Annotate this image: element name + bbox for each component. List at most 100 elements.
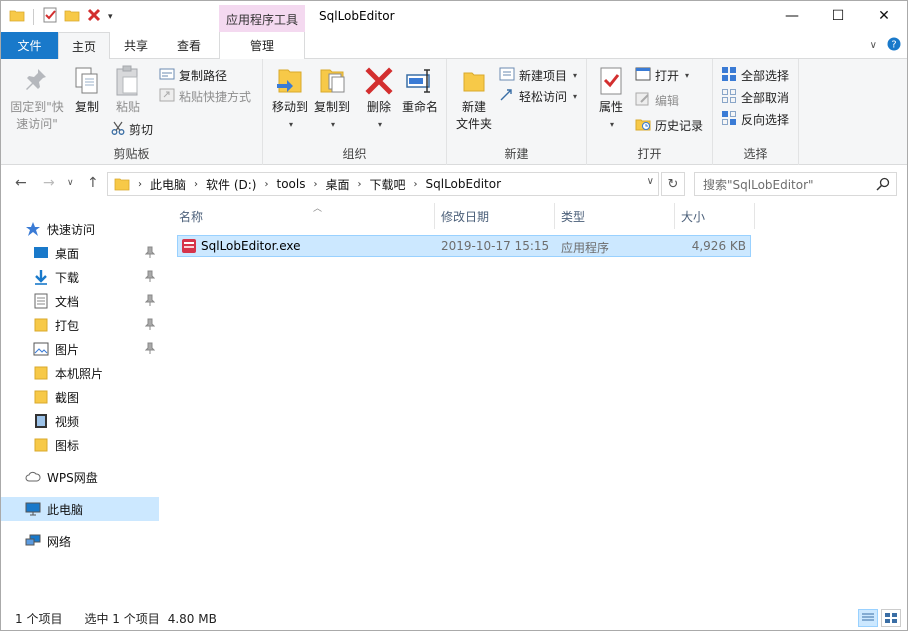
open-button[interactable]: 打开 ▾ — [635, 65, 689, 85]
history-label: 历史记录 — [655, 118, 704, 133]
customize-qat-chevron-icon[interactable]: ▾ — [108, 12, 113, 22]
breadcrumb-sqllobeditor[interactable]: SqlLobEditor — [426, 177, 502, 191]
breadcrumb-separator-icon[interactable]: › — [414, 179, 418, 190]
collapse-ribbon-chevron-icon[interactable]: ∨ — [870, 40, 877, 51]
nav-item-icons[interactable]: 图标 — [1, 433, 159, 457]
nav-item-dabao[interactable]: 打包 — [1, 313, 159, 337]
nav-item-local-photos[interactable]: 本机照片 — [1, 361, 159, 385]
rename-button[interactable]: 重命名 — [399, 65, 441, 116]
move-to-button[interactable]: 移动到 ▾ — [269, 65, 311, 133]
breadcrumb-separator-icon[interactable]: › — [264, 179, 268, 190]
column-header-name[interactable]: 名称 ︿ — [173, 203, 435, 229]
edit-button[interactable]: 编辑 — [635, 90, 679, 110]
easy-access-button[interactable]: 轻松访问 ▾ — [499, 86, 577, 106]
history-button[interactable]: 历史记录 — [635, 115, 703, 135]
easy-access-icon — [499, 88, 515, 105]
column-header-size[interactable]: 大小 — [675, 203, 755, 229]
nav-item-videos[interactable]: 视频 — [1, 409, 159, 433]
breadcrumb-this-pc[interactable]: 此电脑 — [150, 176, 186, 193]
quick-access-toolbar: ▾ — [9, 7, 113, 26]
pin-icon[interactable] — [144, 270, 156, 285]
nav-item-pictures[interactable]: 图片 — [1, 337, 159, 361]
select-all-icon — [721, 66, 737, 85]
pin-icon[interactable] — [144, 318, 156, 333]
cut-button[interactable]: 剪切 — [111, 119, 153, 139]
new-folder-button[interactable]: 新建 文件夹 — [453, 65, 495, 133]
properties-qat-icon[interactable] — [42, 7, 58, 26]
copy-to-button[interactable]: 复制到 ▾ — [311, 65, 353, 133]
breadcrumb-separator-icon[interactable]: › — [194, 179, 198, 190]
recent-locations-chevron-icon[interactable]: ∨ — [67, 178, 74, 188]
invert-selection-button[interactable]: 反向选择 — [721, 109, 789, 129]
new-folder-qat-icon[interactable] — [64, 7, 80, 26]
nav-wps-cloud[interactable]: WPS网盘 — [1, 465, 159, 489]
up-arrow-icon[interactable]: ↑ — [87, 175, 99, 191]
address-bar[interactable]: › 此电脑 › 软件 (D:) › tools › 桌面 › 下载吧 › Sql… — [107, 172, 659, 196]
breadcrumb-tools[interactable]: tools — [276, 177, 305, 191]
file-name[interactable]: SqlLobEditor.exe — [201, 239, 301, 253]
paste-shortcut-button[interactable]: 粘贴快捷方式 — [159, 86, 251, 106]
tab-file[interactable]: 文件 — [1, 32, 58, 59]
folder-icon — [33, 365, 49, 381]
search-placeholder: 搜索"SqlLobEditor" — [703, 177, 814, 192]
properties-button[interactable]: 属性 ▾ — [593, 65, 629, 133]
details-view-icon[interactable] — [858, 609, 878, 627]
select-none-button[interactable]: 全部取消 — [721, 87, 789, 107]
delete-qat-icon[interactable] — [86, 7, 102, 26]
new-group-label: 新建 — [504, 147, 529, 161]
delete-button[interactable]: 删除 ▾ — [363, 65, 395, 133]
tab-home[interactable]: 主页 — [58, 32, 110, 60]
refresh-icon[interactable]: ↻ — [661, 172, 685, 196]
breadcrumb-separator-icon[interactable]: › — [138, 179, 142, 190]
nav-quick-access[interactable]: 快速访问 — [1, 217, 159, 241]
nav-item-label: 本机照片 — [55, 366, 104, 381]
nav-item-downloads[interactable]: 下载 — [1, 265, 159, 289]
pin-icon[interactable] — [144, 342, 156, 357]
tab-view[interactable]: 查看 — [163, 32, 215, 59]
new-item-label: 新建项目 — [519, 68, 568, 83]
search-box[interactable]: 搜索"SqlLobEditor" — [694, 172, 897, 196]
large-icons-view-icon[interactable] — [881, 609, 901, 627]
breadcrumb-drive-d[interactable]: 软件 (D:) — [206, 176, 256, 193]
file-row[interactable]: SqlLobEditor.exe 2019-10-17 15:15 应用程序 4… — [177, 235, 751, 257]
context-tab-header: 应用程序工具 — [219, 5, 305, 33]
pin-quick-access-button[interactable]: 固定到"快 速访问" — [7, 65, 67, 133]
column-header-modified[interactable]: 修改日期 — [435, 203, 555, 229]
close-button[interactable]: ✕ — [861, 1, 907, 31]
pin-icon[interactable] — [144, 246, 156, 261]
tab-share[interactable]: 共享 — [113, 32, 159, 59]
help-icon[interactable]: ? — [887, 37, 901, 54]
select-all-button[interactable]: 全部选择 — [721, 65, 789, 85]
paste-button[interactable]: 粘贴 — [111, 65, 145, 116]
address-history-chevron-icon[interactable]: ∨ — [647, 176, 654, 187]
nav-item-documents[interactable]: 文档 — [1, 289, 159, 313]
new-item-button[interactable]: 新建项目 ▾ — [499, 65, 577, 85]
nav-item-screenshots[interactable]: 截图 — [1, 385, 159, 409]
breadcrumb-xiazaiba[interactable]: 下载吧 — [369, 176, 405, 193]
copy-path-button[interactable]: 复制路径 — [159, 65, 227, 85]
easy-access-dropdown-icon: ▾ — [573, 91, 578, 101]
copy-button[interactable]: 复制 — [71, 65, 103, 116]
breadcrumb-separator-icon[interactable]: › — [357, 179, 361, 190]
select-none-icon — [721, 88, 737, 107]
invert-selection-icon — [721, 110, 737, 129]
nav-this-pc[interactable]: 此电脑 — [1, 497, 159, 521]
forward-arrow-icon[interactable]: → — [43, 175, 55, 191]
back-arrow-icon[interactable]: ← — [15, 175, 27, 191]
maximize-button[interactable]: ☐ — [815, 1, 861, 31]
nav-item-label: 图片 — [55, 342, 80, 357]
column-header-type[interactable]: 类型 — [555, 203, 675, 229]
nav-item-label: 下载 — [55, 270, 80, 285]
nav-network[interactable]: 网络 — [1, 529, 159, 553]
clipboard-group: 固定到"快 速访问" 复制 粘贴 复制路径 粘贴快捷方式 剪切 剪贴板 — [1, 59, 263, 165]
breadcrumb-desktop[interactable]: 桌面 — [325, 176, 349, 193]
pin-icon[interactable] — [144, 294, 156, 309]
pin-label-line2: 速访问" — [16, 117, 58, 131]
nav-item-desktop[interactable]: 桌面 — [1, 241, 159, 265]
nav-item-label: 桌面 — [55, 246, 80, 261]
new-folder-label-line2: 文件夹 — [455, 117, 492, 131]
search-icon[interactable] — [876, 177, 890, 194]
breadcrumb-separator-icon[interactable]: › — [313, 179, 317, 190]
tab-manage[interactable]: 管理 — [219, 32, 305, 59]
minimize-button[interactable]: — — [769, 1, 815, 31]
